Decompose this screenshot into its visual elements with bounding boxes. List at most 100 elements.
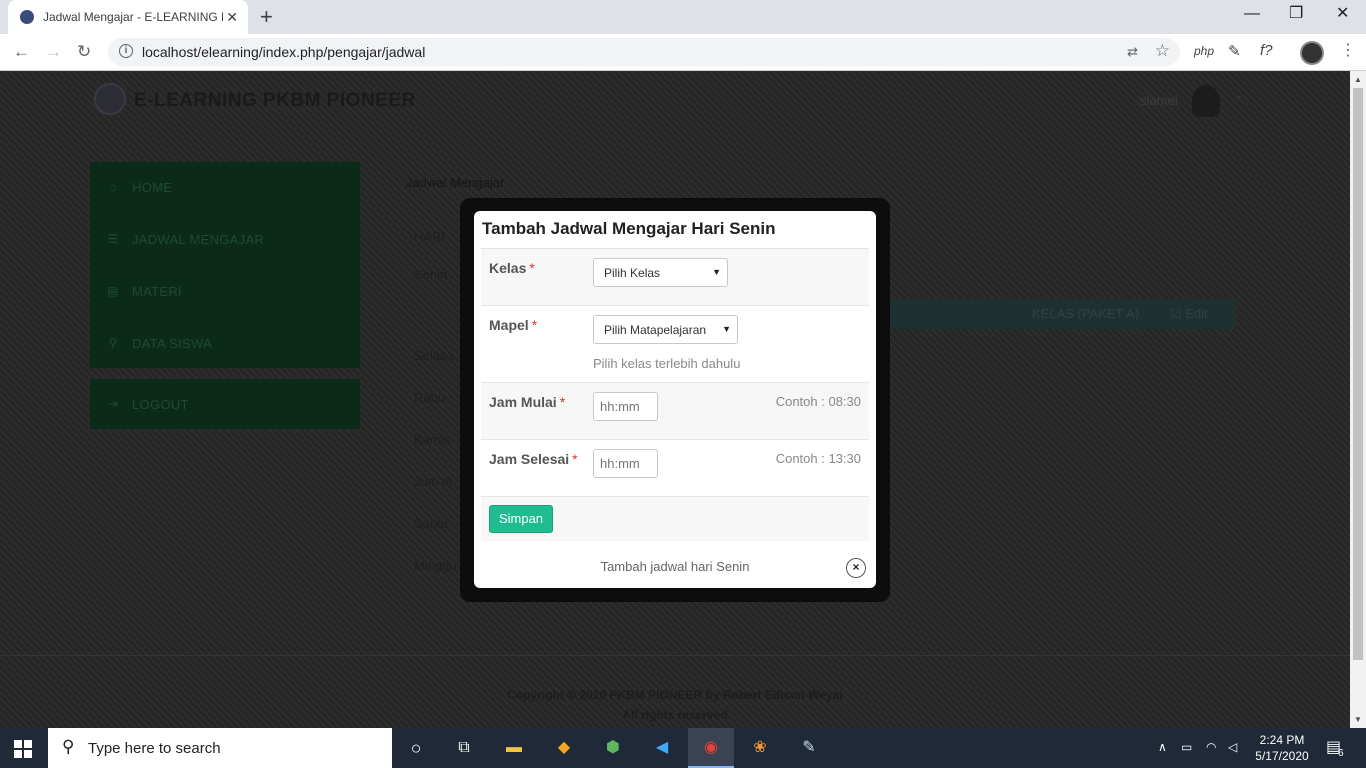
jam-selesai-example: Contoh : 13:30: [775, 451, 861, 466]
notification-count: 6: [1338, 748, 1344, 759]
windows-start-icon[interactable]: [14, 740, 32, 758]
edit-link[interactable]: ☑ Edit: [1170, 306, 1208, 322]
chrome-icon[interactable]: ◉: [699, 736, 723, 760]
clock-date: 5/17/2020: [1255, 749, 1309, 763]
jam-selesai-label: Jam Selesai *: [489, 451, 578, 467]
sidebar: ⌂ HOME ☰ JADWAL MENGAJAR ▤ MATERI ⚲ DATA…: [90, 162, 360, 368]
footer-copyright: Copyright © 2020 PKBM PIONEER by Robert …: [507, 688, 843, 702]
scroll-down-icon[interactable]: ▼: [1354, 715, 1362, 724]
paint-app-icon[interactable]: ❀: [748, 736, 772, 760]
day-label: Kamis: [414, 432, 451, 447]
page-title: Jadwal Mengajar: [406, 175, 505, 190]
sidebar-item-label: LOGOUT: [132, 396, 189, 412]
formula-extension-icon[interactable]: f?: [1260, 42, 1273, 59]
site-logo: [94, 83, 126, 115]
vscode-icon[interactable]: ◀: [650, 736, 674, 760]
mapel-select[interactable]: Pilih Matapelajaran ▼: [593, 315, 738, 344]
sidebar-item-label: DATA SISWA: [132, 335, 213, 351]
file-explorer-icon[interactable]: ▬: [502, 736, 526, 760]
day-label: Minggu: [414, 558, 457, 573]
cortana-icon[interactable]: ○: [404, 736, 428, 760]
translate-icon[interactable]: ⇄: [1127, 44, 1138, 60]
php-extension-icon[interactable]: php: [1194, 44, 1214, 58]
address-bar[interactable]: i localhost/elearning/index.php/pengajar…: [108, 38, 1180, 66]
jam-mulai-label: Jam Mulai *: [489, 394, 566, 410]
eyedropper-extension-icon[interactable]: ✎: [1228, 42, 1241, 60]
form-row-actions: Simpan: [481, 497, 869, 541]
paint-palette-icon[interactable]: ✎: [797, 736, 821, 760]
form-row-mapel: Mapel * Pilih Matapelajaran ▼ Pilih kelas…: [481, 306, 869, 383]
scroll-thumb[interactable]: [1353, 88, 1363, 660]
task-view-icon[interactable]: ⧉: [452, 736, 476, 760]
chevron-up-icon[interactable]: ∧: [1158, 740, 1167, 754]
form-row-jam-mulai: Jam Mulai* Contoh : 08:30: [481, 383, 869, 440]
mapel-label: Mapel *: [489, 317, 538, 333]
day-label: Sabtu: [414, 516, 448, 531]
logout-icon: ⇥: [107, 397, 119, 411]
form-row-jam-selesai: Jam Selesai* Contoh : 13:30: [481, 440, 869, 497]
minimize-button[interactable]: —: [1244, 4, 1260, 24]
taskbar-search-placeholder: Type here to search: [88, 740, 221, 757]
close-icon[interactable]: ×: [846, 558, 866, 578]
git-app-icon[interactable]: ◆: [552, 736, 576, 760]
sidebar-item-label: MATERI: [132, 283, 182, 299]
footer-divider: [0, 655, 1350, 656]
schedule-form: Kelas * Pilih Kelas ▼ Mapel * Pilih Matape…: [481, 248, 869, 541]
reload-icon[interactable]: ↻: [77, 42, 91, 62]
browser-tab-bar: Jadwal Mengajar - E-LEARNING P ✕ + — ❐ ✕: [0, 0, 1366, 34]
volume-icon[interactable]: ◁: [1228, 740, 1237, 754]
forward-arrow-icon[interactable]: →: [45, 42, 62, 62]
window-close-button[interactable]: ✕: [1336, 4, 1349, 24]
add-schedule-modal: Tambah Jadwal Mengajar Hari Senin Kelas *…: [474, 211, 876, 588]
scroll-up-icon[interactable]: ▲: [1354, 75, 1362, 84]
clock-time: 2:24 PM: [1259, 733, 1305, 747]
taskbar-clock[interactable]: 2:24 PM 5/17/2020: [1250, 732, 1314, 764]
new-tab-button[interactable]: +: [260, 6, 273, 28]
day-label: Jum'at: [414, 474, 452, 489]
required-mark: *: [531, 317, 538, 333]
required-mark: *: [572, 451, 578, 467]
node-app-icon[interactable]: ⬢: [601, 736, 625, 760]
user-avatar[interactable]: [1192, 85, 1220, 117]
sidebar-item-jadwal[interactable]: ☰ JADWAL MENGAJAR: [90, 224, 360, 254]
simpan-button[interactable]: Simpan: [489, 505, 553, 533]
restore-button[interactable]: ❐: [1289, 4, 1303, 24]
modal-title: Tambah Jadwal Mengajar Hari Senin: [482, 219, 776, 238]
sidebar-item-label: JADWAL MENGAJAR: [132, 231, 265, 247]
sidebar-item-label: HOME: [132, 179, 173, 195]
profile-avatar[interactable]: [1300, 41, 1324, 65]
sidebar-item-materi[interactable]: ▤ MATERI: [90, 276, 360, 306]
page-scrollbar[interactable]: ▲ ▼: [1350, 71, 1366, 728]
chevron-down-icon[interactable]: ▾: [1236, 93, 1241, 104]
user-name[interactable]: slamet: [1140, 93, 1178, 108]
sidebar-item-home[interactable]: ⌂ HOME: [90, 172, 360, 202]
required-mark: *: [529, 260, 535, 276]
site-info-icon[interactable]: i: [119, 44, 133, 58]
taskbar-search-box[interactable]: ⚲ Type here to search: [48, 728, 392, 768]
sidebar-item-logout[interactable]: ⇥ LOGOUT: [90, 389, 360, 419]
url-text[interactable]: localhost/elearning/index.php/pengajar/j…: [142, 44, 425, 60]
wifi-icon[interactable]: ◠: [1206, 740, 1216, 754]
mapel-hint: Pilih kelas terlebih dahulu: [593, 356, 741, 371]
kelas-select[interactable]: Pilih Kelas ▼: [593, 258, 728, 287]
mapel-selected-value: Pilih Matapelajaran: [604, 323, 707, 337]
site-favicon-icon: [20, 10, 34, 24]
jam-selesai-input[interactable]: [593, 449, 658, 478]
bookmark-star-icon[interactable]: ☆: [1155, 41, 1170, 61]
list-icon: ☰: [107, 232, 119, 246]
tab-close-icon[interactable]: ✕: [226, 9, 238, 25]
jam-mulai-input[interactable]: [593, 392, 658, 421]
browser-menu-icon[interactable]: ⋮: [1340, 41, 1356, 61]
kelas-selected-value: Pilih Kelas: [604, 266, 661, 280]
tab-title: Jadwal Mengajar - E-LEARNING P: [43, 10, 223, 24]
browser-toolbar: ← → ↻ i localhost/elearning/index.php/pe…: [0, 34, 1366, 71]
site-title: E-LEARNING PKBM PIONEER: [134, 90, 416, 111]
back-arrow-icon[interactable]: ←: [13, 42, 30, 62]
browser-tab[interactable]: Jadwal Mengajar - E-LEARNING P ✕: [8, 0, 248, 34]
search-icon: ⚲: [62, 737, 75, 756]
sidebar-item-data-siswa[interactable]: ⚲ DATA SISWA: [90, 328, 360, 358]
battery-icon[interactable]: ▭: [1181, 740, 1192, 754]
windows-taskbar: ⚲ Type here to search ○ ⧉ ▬ ◆ ⬢ ◀ ◉ ❀ ✎ …: [0, 728, 1366, 768]
modal-caption: Tambah jadwal hari Senin: [600, 559, 750, 574]
form-row-kelas: Kelas * Pilih Kelas ▼: [481, 249, 869, 306]
